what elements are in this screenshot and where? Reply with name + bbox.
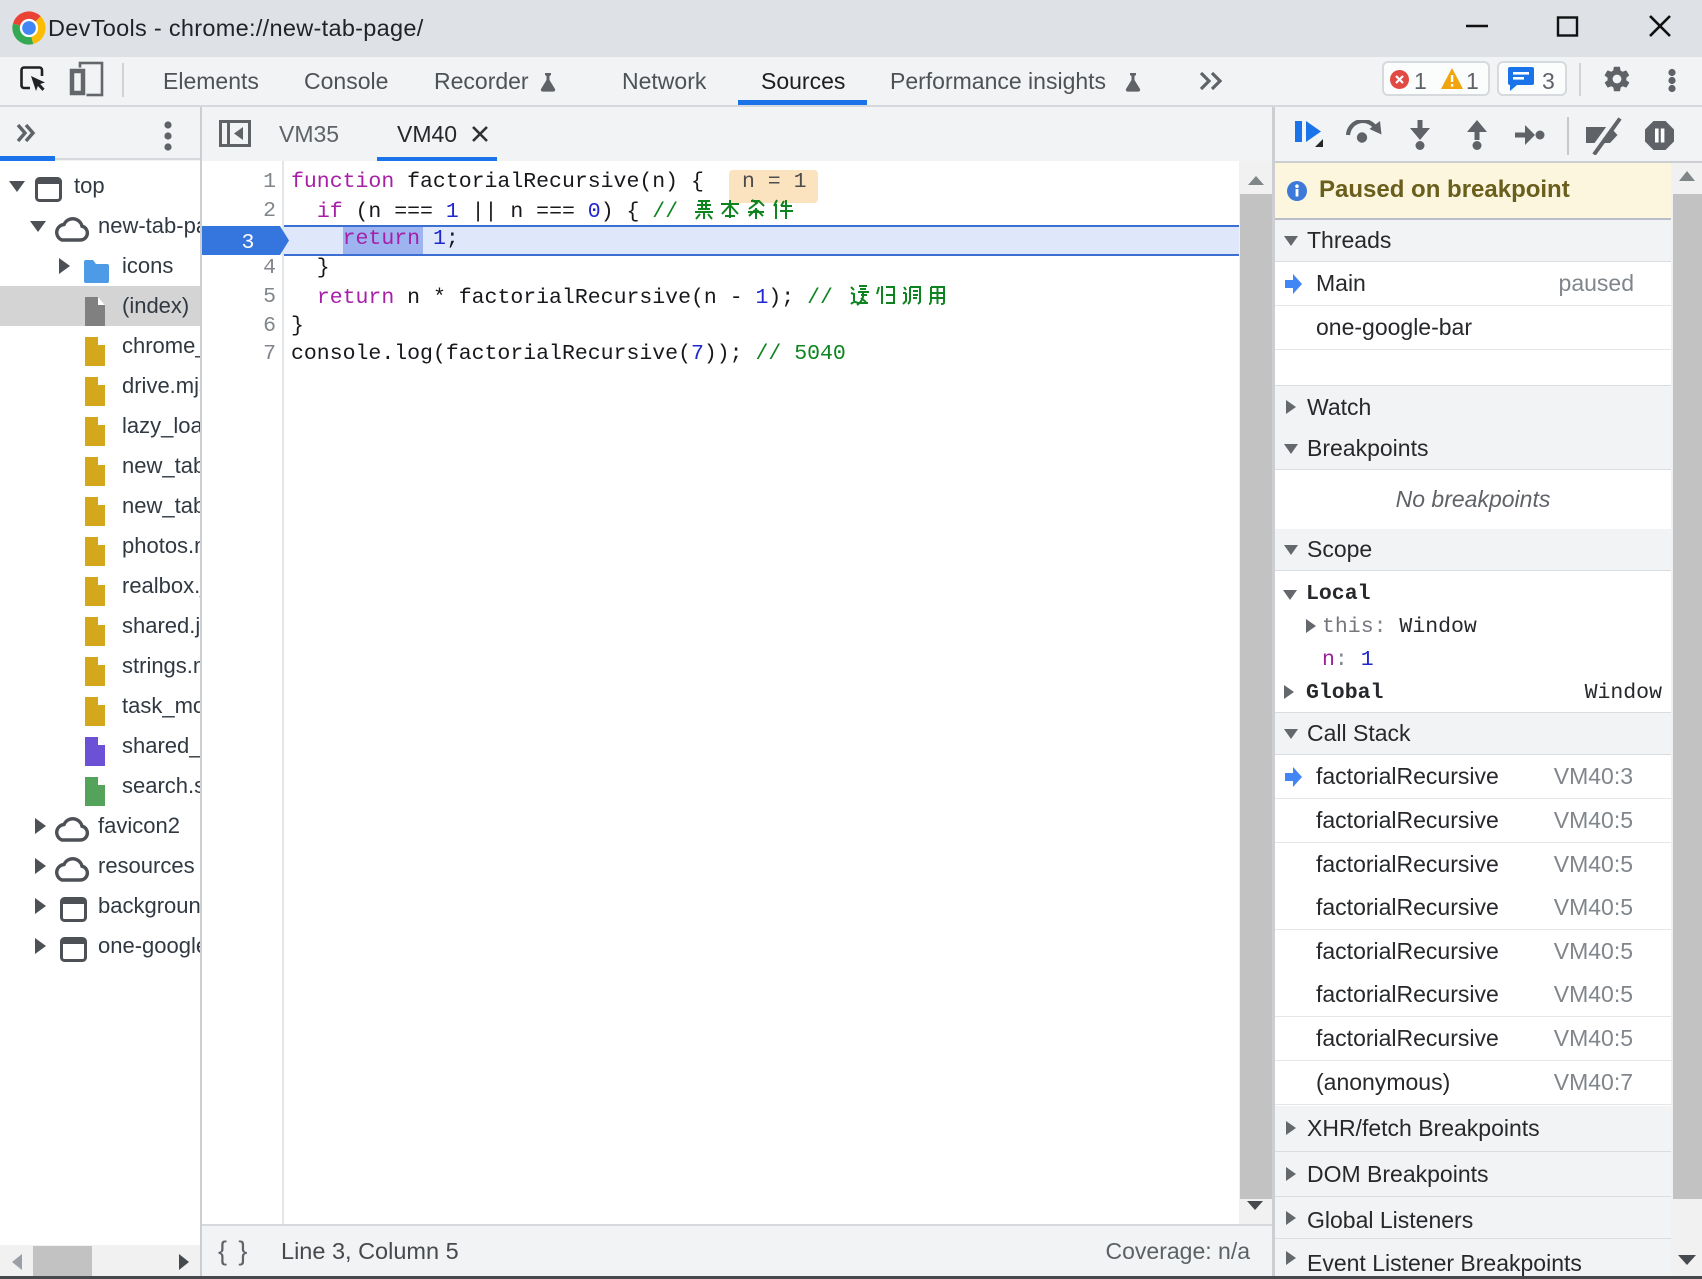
svg-text:3: 3 — [242, 231, 255, 255]
